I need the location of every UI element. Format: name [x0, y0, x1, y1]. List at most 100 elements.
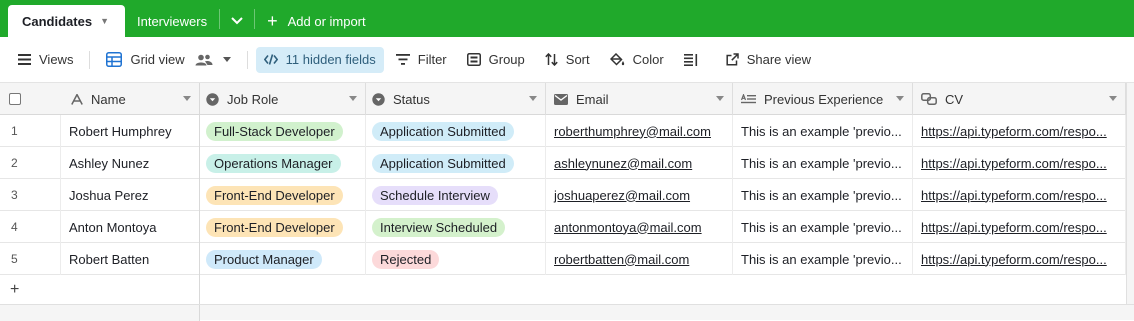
cell-name[interactable]: Robert Batten	[61, 243, 200, 275]
cell-status[interactable]: Schedule Interview	[366, 179, 546, 211]
cell-previous-experience[interactable]: This is an example 'previo...	[733, 115, 913, 147]
cell-name-text: Joshua Perez	[69, 187, 149, 203]
view-toolbar: Views Grid view 11 hidden fields Filter …	[0, 37, 1134, 83]
cell-name[interactable]: Robert Humphrey	[61, 115, 200, 147]
column-menu-icon[interactable]	[349, 96, 357, 101]
cell-job-role[interactable]: Front-End Developer	[200, 179, 366, 211]
previous-experience-text: This is an example 'previo...	[741, 123, 902, 139]
cell-cv[interactable]: https://api.typeform.com/respo...	[913, 243, 1126, 275]
status-pill: Interview Scheduled	[372, 217, 506, 237]
filter-button[interactable]: Filter	[388, 47, 455, 73]
grid-view-label: Grid view	[130, 52, 185, 67]
cell-status[interactable]: Rejected	[366, 243, 546, 275]
row-height-button[interactable]	[676, 47, 706, 73]
column-header-cv[interactable]: CV	[913, 83, 1126, 115]
cell-name[interactable]: Ashley Nunez	[61, 147, 200, 179]
cv-link[interactable]: https://api.typeform.com/respo...	[921, 188, 1107, 203]
table-row[interactable]: 5 Robert Batten Product Manager Rejected rob…	[0, 243, 1126, 275]
column-label-status: Status	[393, 91, 430, 107]
cell-cv[interactable]: https://api.typeform.com/respo...	[913, 211, 1126, 243]
cell-job-role[interactable]: Full-Stack Developer	[200, 115, 366, 147]
status-pill: Rejected	[372, 249, 440, 269]
cell-name[interactable]: Joshua Perez	[61, 179, 200, 211]
share-view-button[interactable]: Share view	[718, 47, 819, 73]
column-menu-icon[interactable]	[529, 96, 537, 101]
link-icon	[921, 93, 937, 105]
cell-name[interactable]: Anton Montoya	[61, 211, 200, 243]
column-label-cv: CV	[945, 91, 964, 107]
cv-link[interactable]: https://api.typeform.com/respo...	[921, 156, 1107, 171]
row-number: 4	[0, 211, 61, 243]
column-menu-icon[interactable]	[183, 96, 191, 101]
table-row[interactable]: 2 Ashley Nunez Operations Manager Applicati…	[0, 147, 1126, 179]
table-row[interactable]: 3 Joshua Perez Front-End Developer Schedule…	[0, 179, 1126, 211]
table-row[interactable]: 4 Anton Montoya Front-End Developer Intervi…	[0, 211, 1126, 243]
email-link[interactable]: antonmontoya@mail.com	[554, 220, 702, 235]
chevron-down-icon[interactable]: ▼	[100, 16, 109, 26]
column-menu-icon[interactable]	[1109, 96, 1117, 101]
tab-candidates-label: Candidates	[22, 13, 93, 29]
cv-link[interactable]: https://api.typeform.com/respo...	[921, 220, 1107, 235]
cell-name-text: Robert Humphrey	[69, 123, 172, 139]
column-header-status[interactable]: Status	[366, 83, 546, 115]
cell-email[interactable]: robertbatten@mail.com	[546, 243, 733, 275]
cell-previous-experience[interactable]: This is an example 'previo...	[733, 211, 913, 243]
cell-status[interactable]: Application Submitted	[366, 115, 546, 147]
add-or-import-button[interactable]: + Add or import	[255, 5, 376, 37]
color-button[interactable]: Color	[602, 47, 672, 73]
select-all-checkbox[interactable]	[9, 93, 21, 105]
email-link[interactable]: roberthumphrey@mail.com	[554, 124, 711, 139]
cell-email[interactable]: roberthumphrey@mail.com	[546, 115, 733, 147]
column-menu-icon[interactable]	[716, 96, 724, 101]
email-link[interactable]: ashleynunez@mail.com	[554, 156, 692, 171]
views-button[interactable]: Views	[10, 47, 81, 73]
hidden-fields-button[interactable]: 11 hidden fields	[255, 46, 384, 73]
cell-email[interactable]: ashleynunez@mail.com	[546, 147, 733, 179]
tab-interviewers[interactable]: Interviewers	[125, 5, 219, 37]
previous-experience-text: This is an example 'previo...	[741, 155, 902, 171]
previous-experience-text: This is an example 'previo...	[741, 187, 902, 203]
group-button[interactable]: Group	[459, 47, 533, 73]
email-link[interactable]: robertbatten@mail.com	[554, 252, 689, 267]
column-menu-icon[interactable]	[896, 96, 904, 101]
cell-previous-experience[interactable]: This is an example 'previo...	[733, 243, 913, 275]
row-number-label: 3	[11, 188, 18, 202]
table-tab-bar: Candidates ▼ Interviewers + Add or impor…	[0, 0, 1134, 37]
table-row[interactable]: 1 Robert Humphrey Full-Stack Developer Appl…	[0, 115, 1126, 147]
cell-cv[interactable]: https://api.typeform.com/respo...	[913, 115, 1126, 147]
column-header-job-role[interactable]: Job Role	[200, 83, 366, 115]
email-link[interactable]: joshuaperez@mail.com	[554, 188, 690, 203]
grid-right-gutter	[1126, 83, 1134, 320]
cell-previous-experience[interactable]: This is an example 'previo...	[733, 147, 913, 179]
sort-icon	[545, 53, 558, 66]
cv-link[interactable]: https://api.typeform.com/respo...	[921, 124, 1107, 139]
cell-email[interactable]: joshuaperez@mail.com	[546, 179, 733, 211]
cv-link[interactable]: https://api.typeform.com/respo...	[921, 252, 1107, 267]
column-header-email[interactable]: Email	[546, 83, 733, 115]
cell-job-role[interactable]: Operations Manager	[200, 147, 366, 179]
group-label: Group	[488, 52, 525, 67]
cell-status[interactable]: Application Submitted	[366, 147, 546, 179]
cell-previous-experience[interactable]: This is an example 'previo...	[733, 179, 913, 211]
grid-footer-left	[0, 305, 200, 321]
cell-job-role[interactable]: Front-End Developer	[200, 211, 366, 243]
column-header-previous-experience[interactable]: Previous Experience	[733, 83, 913, 115]
row-number: 1	[0, 115, 61, 147]
tables-dropdown-button[interactable]	[220, 5, 254, 37]
grid-footer	[0, 304, 1134, 321]
cell-email[interactable]: antonmontoya@mail.com	[546, 211, 733, 243]
cell-status[interactable]: Interview Scheduled	[366, 211, 546, 243]
sort-button[interactable]: Sort	[537, 47, 598, 73]
job-role-pill: Product Manager	[206, 249, 322, 269]
cell-name-text: Robert Batten	[69, 251, 150, 267]
cell-cv[interactable]: https://api.typeform.com/respo...	[913, 147, 1126, 179]
status-pill: Application Submitted	[372, 153, 514, 173]
grid-view-button[interactable]: Grid view	[98, 47, 238, 73]
column-label-email: Email	[576, 91, 609, 107]
column-header-name[interactable]: Name	[61, 83, 200, 115]
select-all-header	[0, 83, 61, 115]
tab-candidates[interactable]: Candidates ▼	[8, 5, 125, 37]
cell-cv[interactable]: https://api.typeform.com/respo...	[913, 179, 1126, 211]
cell-job-role[interactable]: Product Manager	[200, 243, 366, 275]
add-record-button[interactable]: +	[0, 275, 200, 304]
